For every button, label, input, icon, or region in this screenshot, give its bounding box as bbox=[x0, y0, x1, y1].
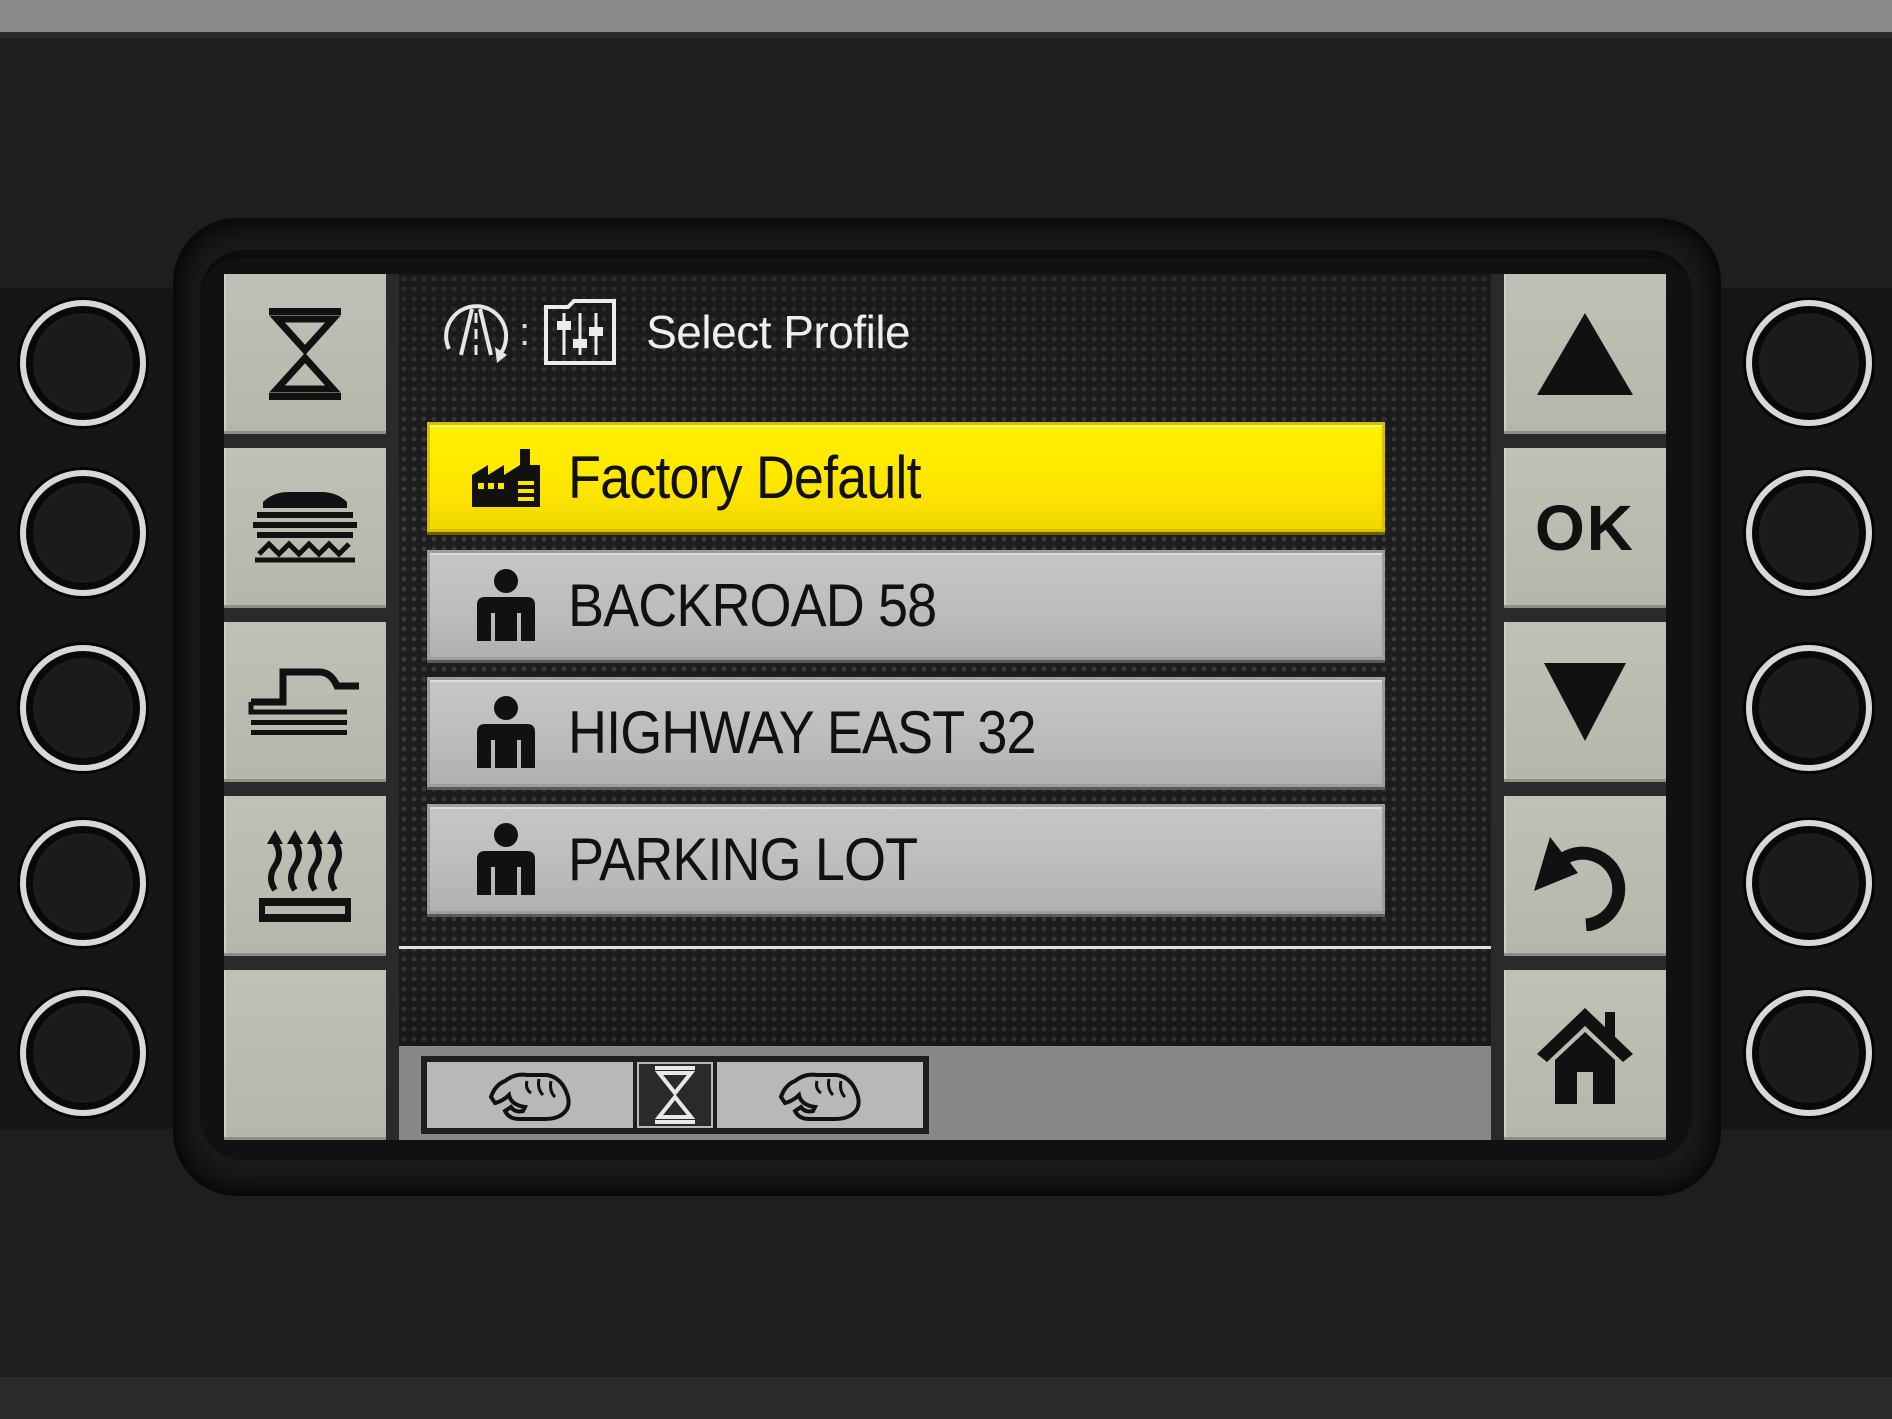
profile-item-highway-east-32[interactable]: HIGHWAY EAST 32 bbox=[427, 677, 1385, 787]
factory-icon bbox=[466, 437, 546, 517]
left-softkey-column bbox=[224, 274, 386, 1140]
header-separator: : bbox=[519, 309, 531, 354]
hardware-button-left-4[interactable] bbox=[20, 820, 146, 946]
content-area: : Select Profile Factory Default BACKROA… bbox=[399, 274, 1491, 1140]
center-level-icon bbox=[269, 308, 341, 400]
right-softkey-column: OK bbox=[1504, 274, 1666, 1140]
settings-folder-icon bbox=[544, 299, 617, 365]
device-bezel-bottom bbox=[0, 1377, 1892, 1419]
hardware-button-right-2[interactable] bbox=[1746, 470, 1872, 596]
hardware-button-right-1[interactable] bbox=[1746, 300, 1872, 426]
softkey-blank[interactable] bbox=[224, 970, 386, 1140]
softkey-center-level[interactable] bbox=[224, 274, 386, 434]
softkey-ok[interactable]: OK bbox=[1504, 448, 1666, 608]
profile-label: BACKROAD 58 bbox=[568, 571, 937, 639]
profile-item-factory-default[interactable]: Factory Default bbox=[427, 422, 1385, 532]
center-level-icon bbox=[654, 1066, 696, 1124]
footer-tab-center-level[interactable] bbox=[637, 1062, 713, 1128]
profile-item-parking-lot[interactable]: PARKING LOT bbox=[427, 804, 1385, 914]
softkey-screed-extension[interactable] bbox=[224, 448, 386, 608]
back-icon bbox=[1534, 837, 1626, 931]
screen-header: : Select Profile bbox=[439, 292, 911, 372]
softkey-up[interactable] bbox=[1504, 274, 1666, 434]
person-icon bbox=[466, 819, 546, 899]
footer-tab-hand-left[interactable] bbox=[427, 1062, 633, 1128]
hand-left-icon bbox=[488, 1072, 571, 1121]
home-icon bbox=[1537, 1008, 1633, 1104]
softkey-heating[interactable] bbox=[224, 796, 386, 956]
profile-item-backroad-58[interactable]: BACKROAD 58 bbox=[427, 550, 1385, 660]
hardware-button-left-2[interactable] bbox=[20, 470, 146, 596]
profile-label: Factory Default bbox=[568, 443, 922, 511]
footer-tab-hand-right[interactable] bbox=[717, 1062, 923, 1128]
softkey-back[interactable] bbox=[1504, 796, 1666, 956]
list-divider bbox=[399, 946, 1491, 949]
page-title: Select Profile bbox=[646, 306, 911, 358]
hardware-button-left-3[interactable] bbox=[20, 645, 146, 771]
display-screen: : Select Profile Factory Default BACKROA… bbox=[224, 274, 1666, 1140]
softkey-home[interactable] bbox=[1504, 970, 1666, 1140]
hardware-button-right-4[interactable] bbox=[1746, 820, 1872, 946]
hardware-button-right-3[interactable] bbox=[1746, 645, 1872, 771]
heating-icon bbox=[259, 830, 351, 922]
footer-tabs bbox=[421, 1056, 929, 1134]
slope-icon bbox=[248, 668, 359, 735]
ok-label: OK bbox=[1535, 492, 1635, 564]
screed-extension-icon bbox=[253, 492, 357, 563]
hand-right-icon bbox=[778, 1072, 861, 1121]
hardware-button-left-5[interactable] bbox=[20, 990, 146, 1116]
person-icon bbox=[466, 565, 546, 645]
person-icon bbox=[466, 692, 546, 772]
arrow-up-icon bbox=[1537, 313, 1633, 395]
road-icon bbox=[444, 304, 509, 363]
profile-label: HIGHWAY EAST 32 bbox=[568, 698, 1037, 766]
softkey-slope[interactable] bbox=[224, 622, 386, 782]
softkey-down[interactable] bbox=[1504, 622, 1666, 782]
profile-label: PARKING LOT bbox=[568, 825, 918, 893]
arrow-down-icon bbox=[1544, 663, 1626, 741]
hardware-button-right-5[interactable] bbox=[1746, 990, 1872, 1116]
hardware-button-left-1[interactable] bbox=[20, 300, 146, 426]
